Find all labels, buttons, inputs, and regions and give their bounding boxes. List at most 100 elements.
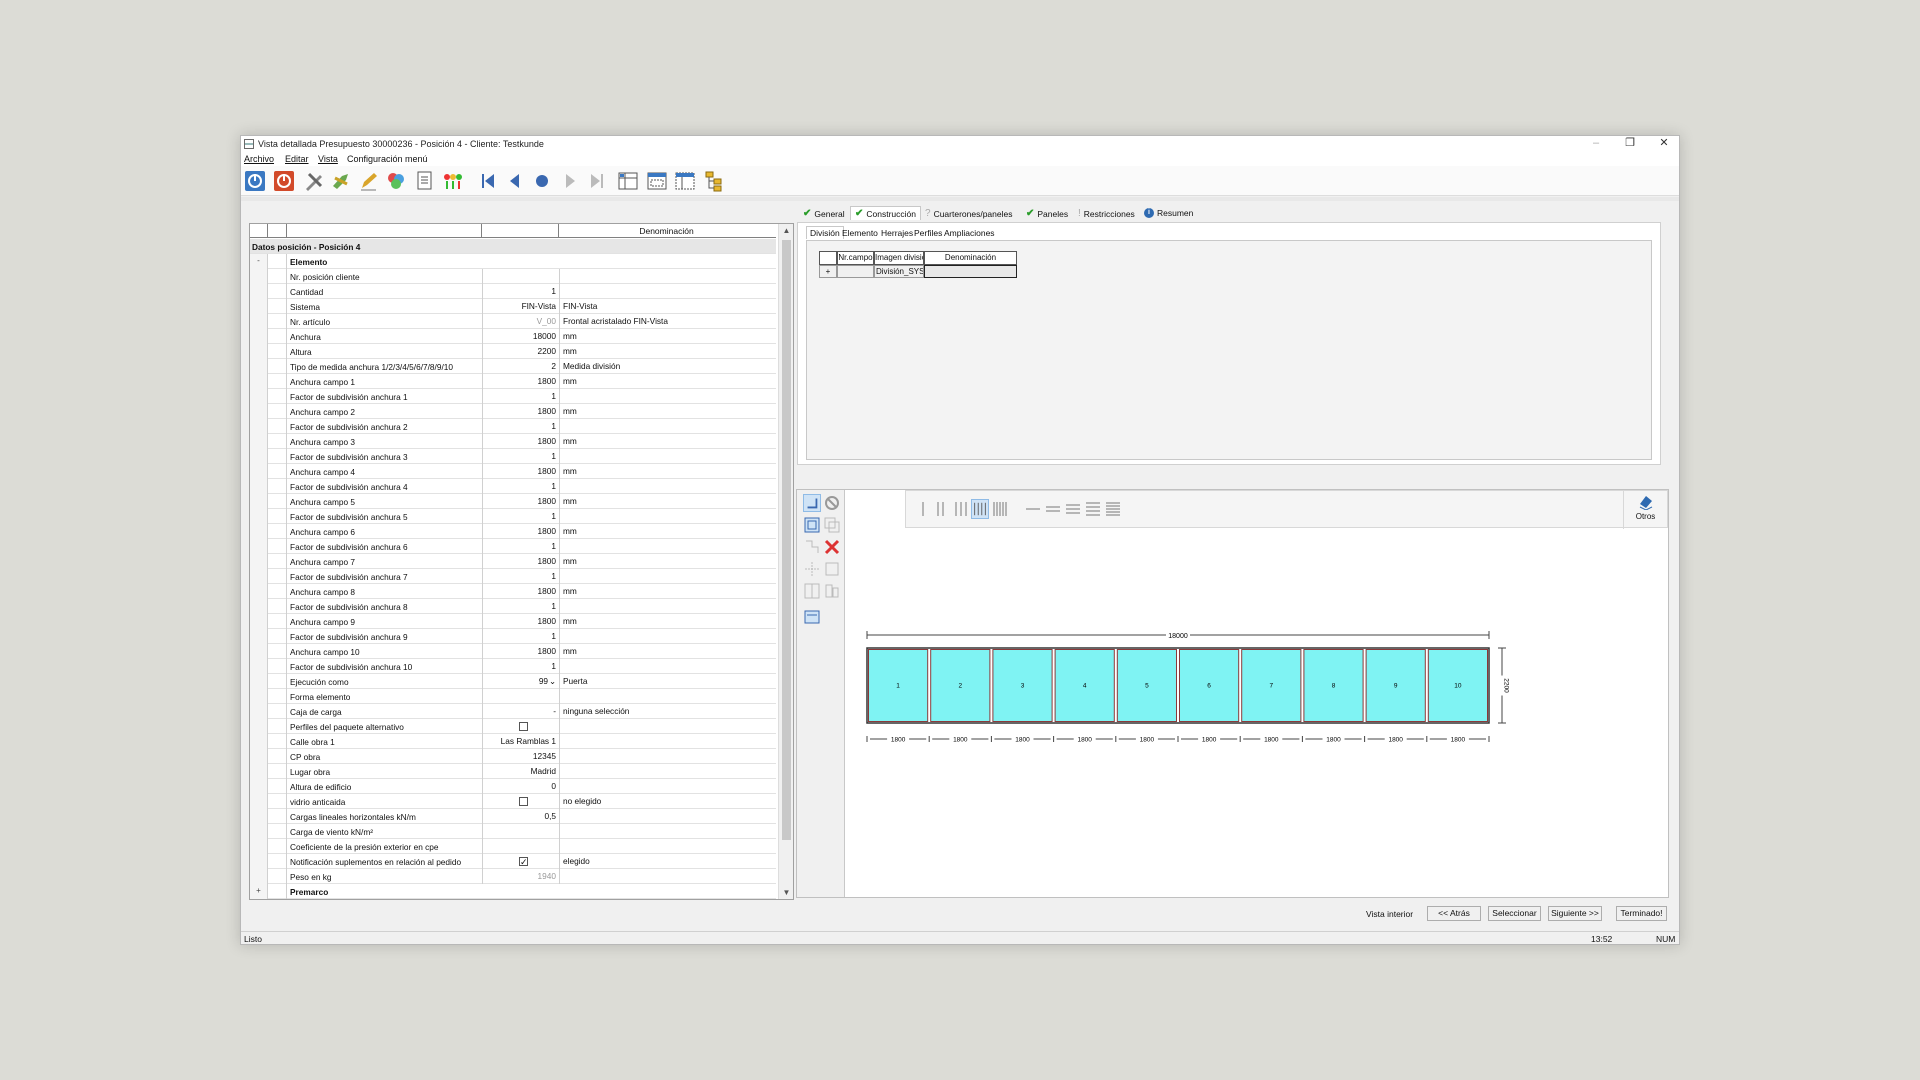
property-row[interactable]: Nr. posición cliente [250,269,776,284]
vertical-1-icon[interactable] [914,499,932,519]
property-value[interactable]: 1940 [482,869,559,884]
select-button[interactable]: Seleccionar [1488,906,1541,921]
property-value[interactable]: 1 [482,419,559,434]
property-row[interactable]: Caja de carga - ninguna selección [250,704,776,719]
property-row[interactable]: Factor de subdivisión anchura 61 [250,539,776,554]
field-number-label[interactable]: 8 [1332,683,1336,690]
power-off-icon[interactable] [272,169,296,193]
property-value[interactable]: 1800 [482,584,559,599]
property-value[interactable]: 1800 [482,404,559,419]
grid-divide-icon[interactable] [803,582,821,600]
property-row[interactable]: Anchura campo 7 1800 mm [250,554,776,569]
property-value[interactable] [482,794,559,809]
property-row[interactable]: Anchura campo 2 1800 mm [250,404,776,419]
property-value[interactable]: 1 [482,389,559,404]
property-row[interactable]: Anchura campo 10 1800 mm [250,644,776,659]
property-value[interactable]: 1800 [482,374,559,389]
property-row[interactable]: Calle obra 1 Las Ramblas 1 [250,734,776,749]
field-width-label[interactable]: 1800 [891,737,906,744]
horizontal-1-icon[interactable] [1024,499,1042,519]
element-drawing[interactable]: 18000 1 1800 2 1800 3 1800 4 1800 5 1800 6 1800 7 1800… [845,528,1669,897]
property-value[interactable]: 1 [482,539,559,554]
field-number-label[interactable]: 7 [1269,683,1273,690]
info-power-icon[interactable] [243,169,267,193]
property-value[interactable]: 1 [482,599,559,614]
window-view-icon[interactable] [645,169,669,193]
vertical-3-icon[interactable] [952,499,970,519]
field-number-label[interactable]: 4 [1083,683,1087,690]
property-row[interactable]: Factor de subdivisión anchura 91 [250,629,776,644]
property-value[interactable]: 0,5 [482,809,559,824]
property-row[interactable]: Ejecución como 99⌄ Puerta [250,674,776,689]
field-width-label[interactable]: 1800 [1202,737,1217,744]
split-icon[interactable] [803,538,821,556]
property-row[interactable]: Sistema FIN-Vista FIN-Vista [250,299,776,314]
vertical-4-icon[interactable] [971,499,989,519]
property-row[interactable]: Tipo de medida anchura 1/2/3/4/5/6/7/8/9… [250,359,776,374]
tab-cuarterones[interactable]: ? Cuarterones/paneles [925,208,1012,219]
property-row[interactable]: Anchura campo 3 1800 mm [250,434,776,449]
first-record-icon[interactable] [476,169,500,193]
scroll-thumb[interactable] [782,240,791,840]
property-value[interactable]: Las Ramblas 1 [482,734,559,749]
prohibit-icon[interactable] [823,494,841,512]
property-value[interactable]: 1 [482,659,559,674]
tab-general[interactable]: ✔ General [803,208,845,219]
property-row[interactable]: CP obra 12345 [250,749,776,764]
property-row[interactable]: Altura de edificio 0 [250,779,776,794]
horizontal-3-icon[interactable] [1064,499,1082,519]
property-row[interactable]: Factor de subdivisión anchura 11 [250,389,776,404]
previous-record-icon[interactable] [503,169,527,193]
subtab-ampliaciones[interactable]: Ampliaciones [944,228,995,238]
col-nr-campo[interactable]: Nr.campo [837,251,874,265]
field-number-label[interactable]: 2 [958,683,962,690]
tab-construccion[interactable]: ✔ Construcción [850,206,921,220]
property-row[interactable]: Anchura 18000 mm [250,329,776,344]
vertical-2-icon[interactable] [932,499,950,519]
tab-paneles[interactable]: ✔ Paneles [1026,208,1068,219]
property-row[interactable]: Factor de subdivisión anchura 31 [250,449,776,464]
join-icon[interactable] [803,560,821,578]
property-row[interactable]: Anchura campo 8 1800 mm [250,584,776,599]
tab-restricciones[interactable]: ! Restricciones [1078,208,1135,219]
property-value[interactable]: V_00 [482,314,559,329]
expand-row-button[interactable]: + [819,265,837,278]
property-row[interactable]: Lugar obra Madrid [250,764,776,779]
horizontal-2-icon[interactable] [1044,499,1062,519]
table-view-icon[interactable] [616,169,640,193]
select-cursor-icon[interactable] [803,494,821,512]
property-value[interactable] [482,839,559,854]
col-imagen-division[interactable]: Imagen divisió [874,251,924,265]
field-number-label[interactable]: 6 [1207,683,1211,690]
property-value[interactable]: 1800 [482,644,559,659]
property-row[interactable]: Cargas lineales horizontales kN/m 0,5 [250,809,776,824]
property-value[interactable]: 1 [482,509,559,524]
property-checkbox[interactable] [519,797,528,807]
menu-editar[interactable]: Editar [285,154,309,164]
field-width-label[interactable]: 1800 [1077,737,1092,744]
property-value[interactable]: 1800 [482,524,559,539]
property-value[interactable]: 1800 [482,464,559,479]
scroll-down-icon[interactable]: ▼ [779,888,793,897]
traffic-lights-icon[interactable] [441,169,465,193]
pencil-edit-icon[interactable] [357,169,381,193]
property-row[interactable]: Altura 2200 mm [250,344,776,359]
tree-structure-icon[interactable] [702,169,726,193]
field-number-label[interactable]: 9 [1394,683,1398,690]
property-row[interactable]: Notificación suplementos en relación al … [250,854,776,869]
col-denominacion[interactable]: Denominación [924,251,1017,265]
property-value[interactable]: 1800 [482,494,559,509]
field-width-label[interactable]: 1800 [1388,737,1403,744]
next-record-icon[interactable] [558,169,582,193]
field-number-label[interactable]: 10 [1454,683,1462,690]
grid-scrollbar[interactable]: ▲ ▼ [778,224,793,899]
close-button[interactable]: ✕ [1647,136,1681,152]
copy-icon[interactable] [823,516,841,534]
group-premarco[interactable]: + Premarco [250,884,776,899]
property-row[interactable]: Anchura campo 6 1800 mm [250,524,776,539]
property-row[interactable]: Nr. artículo V_00 Frontal acristalado FIN-… [250,314,776,329]
property-value[interactable]: 1800 [482,614,559,629]
property-value[interactable]: 12345 [482,749,559,764]
property-value[interactable]: 1 [482,629,559,644]
dropdown-arrow-icon[interactable]: ⌄ [549,676,556,686]
